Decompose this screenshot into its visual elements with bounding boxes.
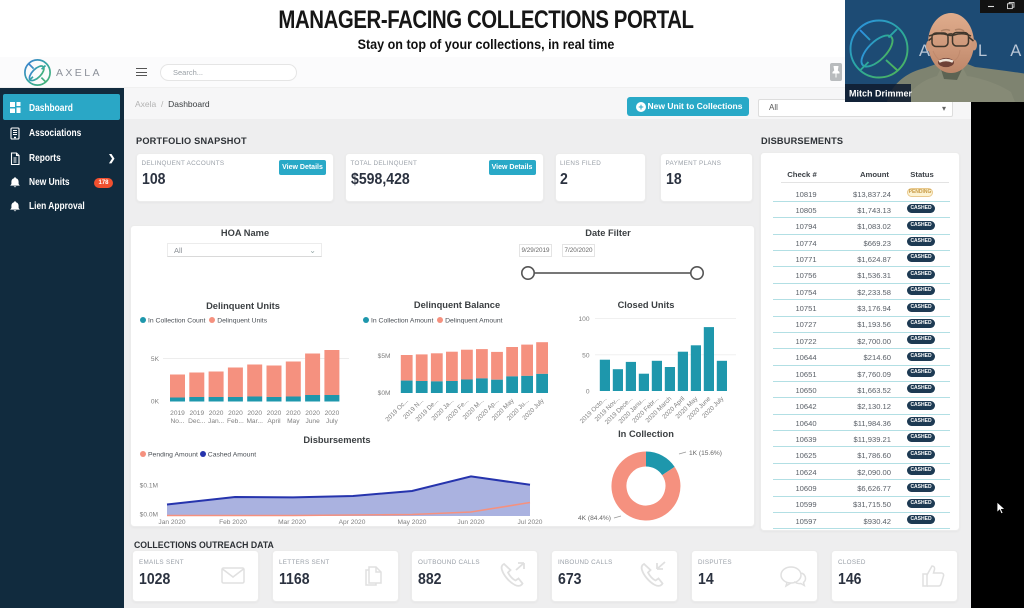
svg-text:Feb 2020: Feb 2020 bbox=[219, 519, 247, 526]
svg-text:2019: 2019 bbox=[189, 410, 204, 417]
svg-text:Mitch Drimmer: Mitch Drimmer bbox=[849, 89, 913, 99]
svg-text:2020: 2020 bbox=[267, 410, 282, 417]
svg-text:4K (84.4%): 4K (84.4%) bbox=[578, 515, 611, 522]
svg-text:2020: 2020 bbox=[325, 410, 340, 417]
svg-text:July: July bbox=[326, 418, 338, 425]
svg-text:0: 0 bbox=[586, 389, 590, 396]
svg-text:50: 50 bbox=[582, 353, 590, 360]
svg-text:Dec...: Dec... bbox=[188, 418, 205, 425]
svg-text:Apr 2020: Apr 2020 bbox=[339, 519, 366, 526]
svg-text:2019: 2019 bbox=[170, 410, 185, 417]
svg-text:Mar 2020: Mar 2020 bbox=[278, 519, 306, 526]
svg-text:2020: 2020 bbox=[286, 410, 301, 417]
svg-text:2020: 2020 bbox=[247, 410, 262, 417]
svg-text:May 2020: May 2020 bbox=[398, 519, 427, 526]
svg-text:$0.0M: $0.0M bbox=[140, 512, 158, 519]
svg-text:June: June bbox=[305, 418, 320, 425]
svg-text:$0.1M: $0.1M bbox=[140, 483, 158, 490]
svg-text:Jan...: Jan... bbox=[208, 418, 224, 425]
svg-text:2020: 2020 bbox=[305, 410, 320, 417]
svg-text:0K: 0K bbox=[151, 399, 160, 406]
svg-text:$5M: $5M bbox=[378, 353, 391, 360]
svg-text:Feb...: Feb... bbox=[227, 418, 244, 425]
svg-text:Jan 2020: Jan 2020 bbox=[158, 519, 185, 526]
svg-text:2020: 2020 bbox=[228, 410, 243, 417]
svg-text:$0M: $0M bbox=[378, 390, 391, 397]
svg-text:2020: 2020 bbox=[209, 410, 224, 417]
svg-text:1K (15.6%): 1K (15.6%) bbox=[689, 450, 722, 457]
svg-text:Jun 2020: Jun 2020 bbox=[457, 519, 484, 526]
svg-text:100: 100 bbox=[578, 316, 589, 323]
svg-text:Mar...: Mar... bbox=[246, 418, 263, 425]
svg-text:5K: 5K bbox=[151, 356, 160, 363]
svg-text:April: April bbox=[267, 418, 281, 425]
svg-text:May: May bbox=[287, 418, 300, 425]
svg-text:Jul 2020: Jul 2020 bbox=[518, 519, 543, 526]
svg-text:No...: No... bbox=[171, 418, 185, 425]
svg-text:L A: L A bbox=[978, 42, 1024, 60]
